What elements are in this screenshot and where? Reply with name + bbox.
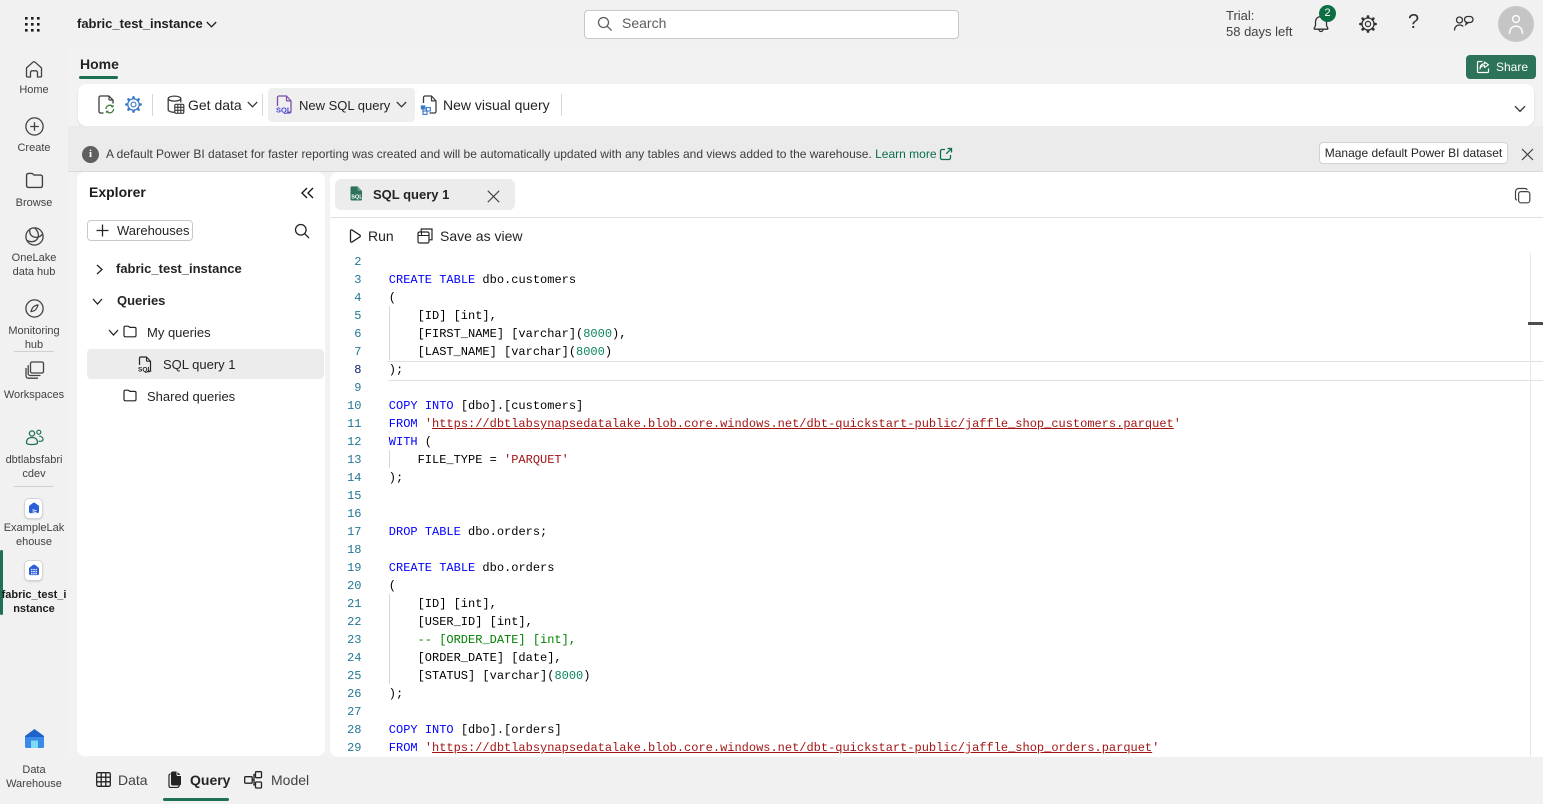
svg-text:SQL: SQL — [276, 106, 292, 115]
svg-text:SQL: SQL — [351, 195, 363, 201]
svg-text:SQL: SQL — [138, 367, 152, 373]
